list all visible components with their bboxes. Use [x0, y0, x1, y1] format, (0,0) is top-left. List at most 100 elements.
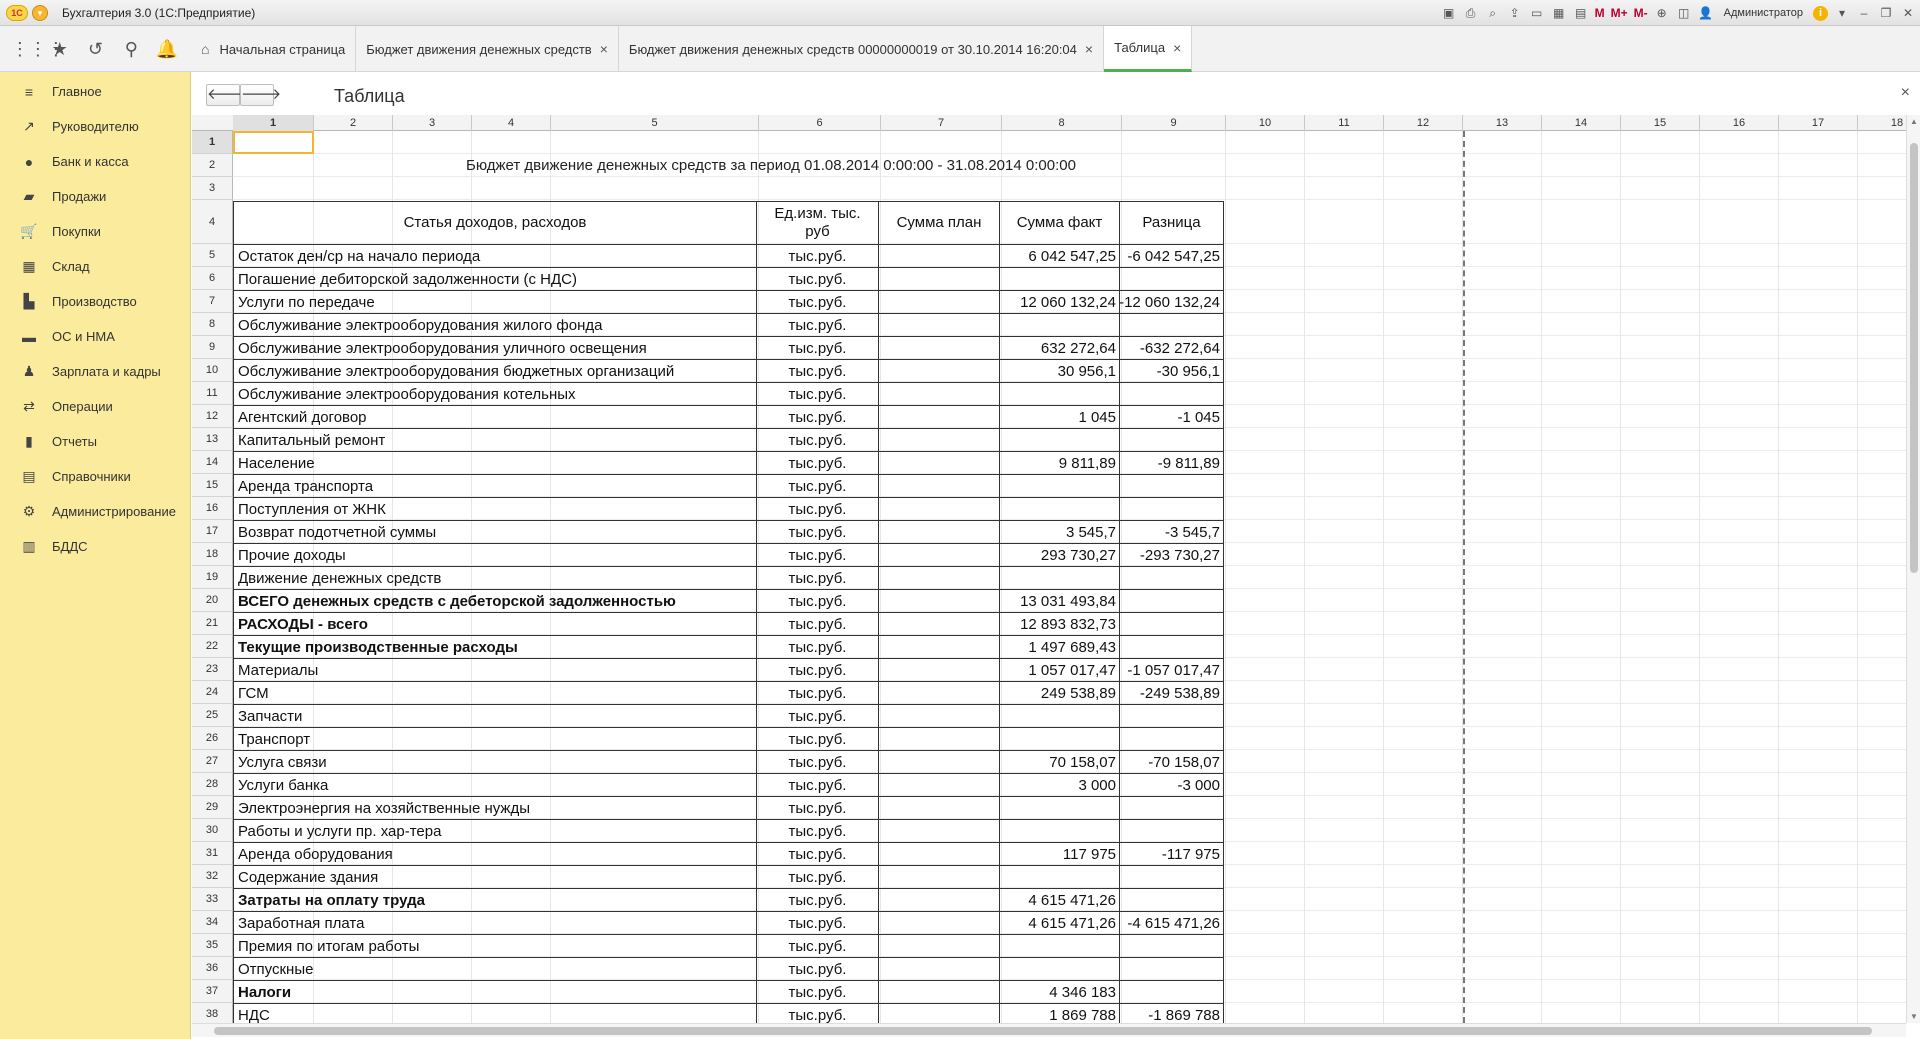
row-header[interactable]: 12	[192, 405, 233, 428]
table-row[interactable]: Аренда оборудования тыс.руб. 117 975 -117 9…	[233, 843, 1224, 866]
apps-grid-icon[interactable]: ⋮⋮⋮	[11, 39, 65, 60]
row-header[interactable]: 14	[192, 451, 233, 474]
cell-item[interactable]: Обслуживание электрооборудования жилого …	[233, 314, 757, 337]
cell-plan[interactable]	[879, 245, 1000, 268]
row-header[interactable]: 8	[192, 313, 233, 336]
table-row[interactable]: Премия по итогам работы тыс.руб.	[233, 935, 1224, 958]
cell-plan[interactable]	[879, 1004, 1000, 1023]
cell-fact[interactable]: 4 346 183	[1000, 981, 1120, 1004]
sidebar-item-fixed-assets[interactable]: ▬ ОС и НМА	[0, 319, 190, 354]
column-header[interactable]: 6	[759, 115, 881, 131]
cell-fact[interactable]: 3 000	[1000, 774, 1120, 797]
cell-plan[interactable]	[879, 590, 1000, 613]
table-row[interactable]: Движение денежных средств тыс.руб.	[233, 567, 1224, 590]
table-row[interactable]: Услуги банка тыс.руб. 3 000 -3 000	[233, 774, 1224, 797]
cell-diff[interactable]	[1120, 866, 1224, 889]
cell-unit[interactable]: тыс.руб.	[757, 843, 879, 866]
minimize-icon[interactable]: –	[1856, 5, 1872, 21]
row-header[interactable]: 34	[192, 911, 233, 934]
cell-unit[interactable]: тыс.руб.	[757, 337, 879, 360]
save-icon[interactable]: ▣	[1441, 5, 1457, 21]
cell-diff[interactable]	[1120, 958, 1224, 981]
search-icon[interactable]: ⚲	[118, 39, 144, 60]
row-header[interactable]: 16	[192, 497, 233, 520]
row-header[interactable]: 38	[192, 1003, 233, 1023]
cell-item[interactable]: Капитальный ремонт	[233, 429, 757, 452]
row-header[interactable]: 22	[192, 635, 233, 658]
cell-plan[interactable]	[879, 498, 1000, 521]
table-row[interactable]: Заработная плата тыс.руб. 4 615 471,26 -4 6…	[233, 912, 1224, 935]
selected-cell[interactable]	[233, 131, 314, 154]
sidebar-item-bank[interactable]: ● Банк и касса	[0, 144, 190, 179]
cell-unit[interactable]: тыс.руб.	[757, 774, 879, 797]
chevron-down-icon[interactable]: ▾	[1834, 5, 1850, 21]
cell-item[interactable]: Услуги по передаче	[233, 291, 757, 314]
sidebar-item-warehouse[interactable]: ▦ Склад	[0, 249, 190, 284]
table-row[interactable]: Обслуживание электрооборудования жилого …	[233, 314, 1224, 337]
cell-plan[interactable]	[879, 889, 1000, 912]
cell-item[interactable]: Услуги банка	[233, 774, 757, 797]
preview-icon[interactable]: ⌕	[1485, 5, 1501, 21]
table-row[interactable]: Возврат подотчетной суммы тыс.руб. 3 545,7…	[233, 521, 1224, 544]
restore-icon[interactable]: ❐	[1878, 5, 1894, 21]
table-row[interactable]: Налоги тыс.руб. 4 346 183	[233, 981, 1224, 1004]
row-header[interactable]: 35	[192, 934, 233, 957]
cell-item[interactable]: Работы и услуги пр. хар-тера	[233, 820, 757, 843]
cell-item[interactable]: Налоги	[233, 981, 757, 1004]
column-header[interactable]: 11	[1305, 115, 1384, 131]
cell-fact[interactable]	[1000, 314, 1120, 337]
close-icon[interactable]: ×	[1085, 41, 1093, 57]
cell-fact[interactable]	[1000, 728, 1120, 751]
cell-fact[interactable]: 1 497 689,43	[1000, 636, 1120, 659]
column-header[interactable]: 18	[1858, 115, 1906, 131]
table-row[interactable]: Обслуживание электрооборудования бюджетн…	[233, 360, 1224, 383]
tab-budget-document[interactable]: Бюджет движения денежных средств 0000000…	[619, 26, 1105, 72]
cell-unit[interactable]: тыс.руб.	[757, 682, 879, 705]
cell-item[interactable]: Обслуживание электрооборудования котельн…	[233, 383, 757, 406]
row-header[interactable]: 28	[192, 773, 233, 796]
cell-plan[interactable]	[879, 383, 1000, 406]
favorites-star-icon[interactable]: ★	[47, 39, 73, 60]
cell-diff[interactable]	[1120, 498, 1224, 521]
cell-fact[interactable]: 30 956,1	[1000, 360, 1120, 383]
cell-plan[interactable]	[879, 682, 1000, 705]
cell-plan[interactable]	[879, 268, 1000, 291]
row-header[interactable]: 7	[192, 290, 233, 313]
cell-item[interactable]: Электроэнергия на хозяйственные нужды	[233, 797, 757, 820]
table-row[interactable]: Погашение дебиторской задолженности (с Н…	[233, 268, 1224, 291]
table-row[interactable]: Содержание здания тыс.руб.	[233, 866, 1224, 889]
column-header[interactable]: 10	[1226, 115, 1305, 131]
table-row[interactable]: Услуга связи тыс.руб. 70 158,07 -70 158,07	[233, 751, 1224, 774]
cell-diff[interactable]	[1120, 797, 1224, 820]
row-header[interactable]: 25	[192, 704, 233, 727]
row-header[interactable]: 23	[192, 658, 233, 681]
cell-fact[interactable]	[1000, 429, 1120, 452]
cell-unit[interactable]: тыс.руб.	[757, 314, 879, 337]
spreadsheet[interactable]: 1 2 3 4 5 6 7 8 9 10 11 12 13 14 15 16 17 18 1 2 3 4 5 6 7 8 9 10 1…	[192, 115, 1906, 1023]
cell-item[interactable]: Аренда транспорта	[233, 475, 757, 498]
cell-plan[interactable]	[879, 912, 1000, 935]
cell-fact[interactable]	[1000, 935, 1120, 958]
cell-unit[interactable]: тыс.руб.	[757, 728, 879, 751]
memory-button[interactable]: M	[1595, 5, 1605, 21]
sidebar-item-bdds[interactable]: ▥ БДДС	[0, 529, 190, 564]
cell-unit[interactable]: тыс.руб.	[757, 406, 879, 429]
sidebar-item-production[interactable]: ▙ Производство	[0, 284, 190, 319]
column-header[interactable]: 12	[1384, 115, 1463, 131]
table-row[interactable]: Услуги по передаче тыс.руб. 12 060 132,24-…	[233, 291, 1224, 314]
cell-fact[interactable]	[1000, 383, 1120, 406]
cell-diff[interactable]: -1 057 017,47	[1120, 659, 1224, 682]
cell-unit[interactable]: тыс.руб.	[757, 912, 879, 935]
table-row[interactable]: РАСХОДЫ - всего тыс.руб. 12 893 832,73	[233, 613, 1224, 636]
cell-diff[interactable]: -30 956,1	[1120, 360, 1224, 383]
memory-plus-button[interactable]: M+	[1611, 5, 1628, 21]
cell-unit[interactable]: тыс.руб.	[757, 383, 879, 406]
cell-diff[interactable]: -293 730,27	[1120, 544, 1224, 567]
table-row[interactable]: Аренда транспорта тыс.руб.	[233, 475, 1224, 498]
column-header[interactable]: 9	[1122, 115, 1226, 131]
cell-plan[interactable]	[879, 452, 1000, 475]
row-header[interactable]: 36	[192, 957, 233, 980]
cell-plan[interactable]	[879, 360, 1000, 383]
cell-fact[interactable]: 70 158,07	[1000, 751, 1120, 774]
cell-diff[interactable]	[1120, 705, 1224, 728]
